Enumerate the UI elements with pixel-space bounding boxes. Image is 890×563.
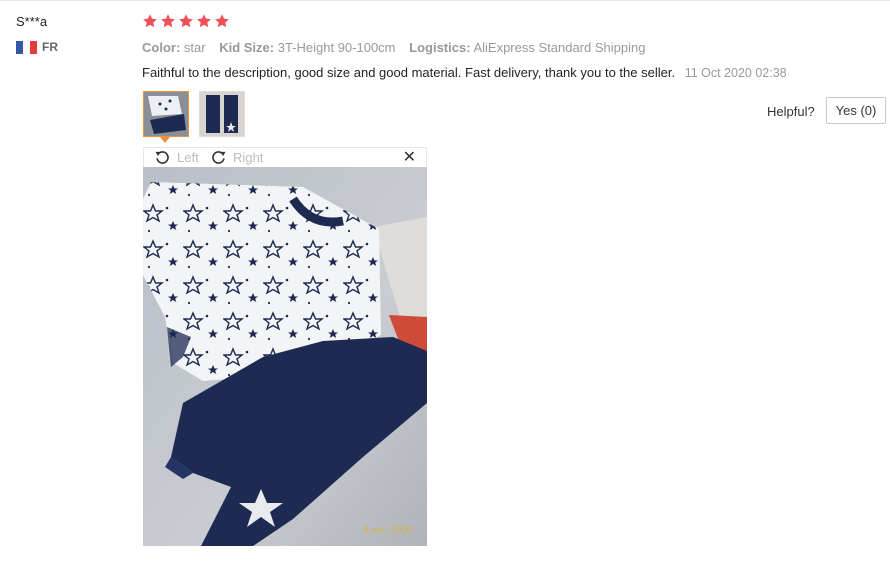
star-icon — [179, 14, 193, 28]
rotate-right-label: Right — [233, 150, 264, 165]
order-attributes: Color: star Kid Size: 3T-Height 90-100cm… — [142, 40, 655, 55]
thumbnail-image — [144, 92, 188, 136]
top-divider — [0, 0, 890, 1]
selected-thumbnail-caret — [160, 137, 170, 143]
image-viewer-toolbar: Left Right ✕ — [143, 147, 427, 167]
review-date: 11 Oct 2020 02:38 — [684, 66, 787, 80]
rotate-left-button[interactable]: Left — [154, 149, 199, 166]
rotate-left-label: Left — [177, 150, 199, 165]
review-photo-thumbnail-1[interactable] — [143, 91, 189, 137]
reviewer-name: S***a — [16, 14, 48, 29]
rotate-right-icon — [212, 151, 226, 164]
review-photo-large: 9 oct. 2020 — [143, 167, 427, 546]
reviewer-country: FR — [16, 40, 58, 54]
review-text: Faithful to the description, good size a… — [142, 65, 676, 80]
france-flag-icon — [16, 40, 37, 54]
helpful-label: Helpful? — [767, 104, 815, 119]
helpful-yes-button[interactable]: Yes (0) — [826, 97, 886, 124]
star-icon — [161, 14, 175, 28]
country-code: FR — [42, 40, 58, 54]
close-viewer-button[interactable]: ✕ — [403, 149, 416, 167]
attr-size-value: 3T-Height 90-100cm — [277, 40, 396, 55]
attr-size-label: Kid Size: — [219, 40, 275, 55]
review-body: Faithful to the description, good size a… — [142, 65, 787, 80]
photo-date-stamp: 9 oct. 2020 — [363, 524, 413, 536]
thumbnail-image — [200, 92, 244, 136]
star-icon — [215, 14, 229, 28]
attr-logistics-label: Logistics: — [409, 40, 471, 55]
star-icon — [197, 14, 211, 28]
review-photo-image: 9 oct. 2020 — [143, 167, 427, 546]
rotate-right-button[interactable]: Right — [210, 149, 263, 166]
rotate-left-icon — [155, 151, 169, 164]
star-rating — [142, 13, 232, 29]
attr-logistics-value: AliExpress Standard Shipping — [473, 40, 646, 55]
attr-color-value: star — [183, 40, 206, 55]
review-photo-thumbnail-2[interactable] — [199, 91, 245, 137]
star-icon — [143, 14, 157, 28]
attr-color-label: Color: — [142, 40, 181, 55]
